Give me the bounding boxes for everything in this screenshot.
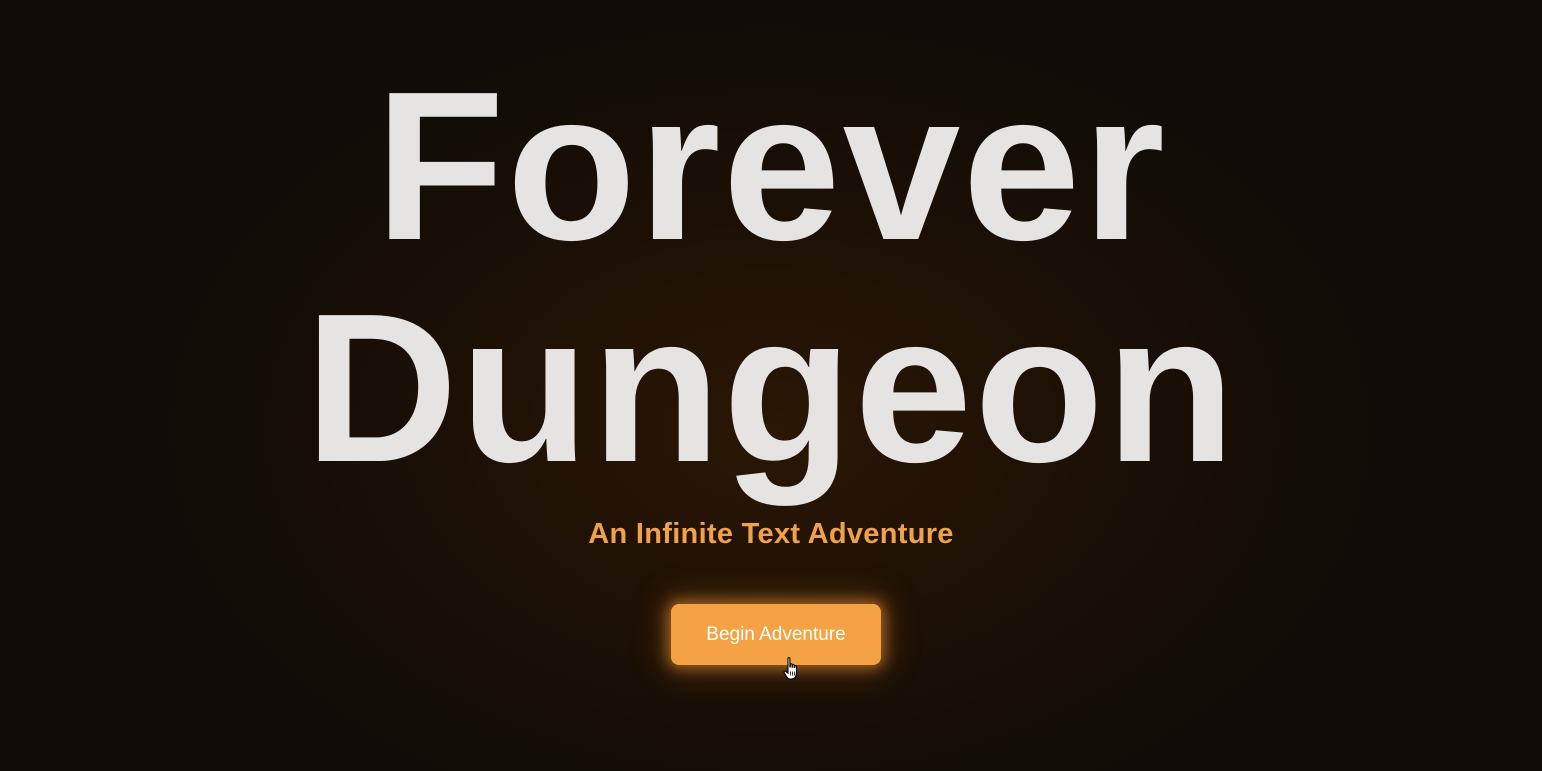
begin-adventure-button[interactable]: Begin Adventure bbox=[671, 604, 881, 665]
game-subtitle: An Infinite Text Adventure bbox=[588, 518, 954, 550]
hand-pointer-icon bbox=[783, 657, 798, 680]
title-screen: Forever Dungeon An Infinite Text Adventu… bbox=[0, 0, 1542, 771]
game-title-line-2: Dungeon bbox=[304, 269, 1238, 506]
game-title-line-1: Forever bbox=[375, 47, 1167, 284]
